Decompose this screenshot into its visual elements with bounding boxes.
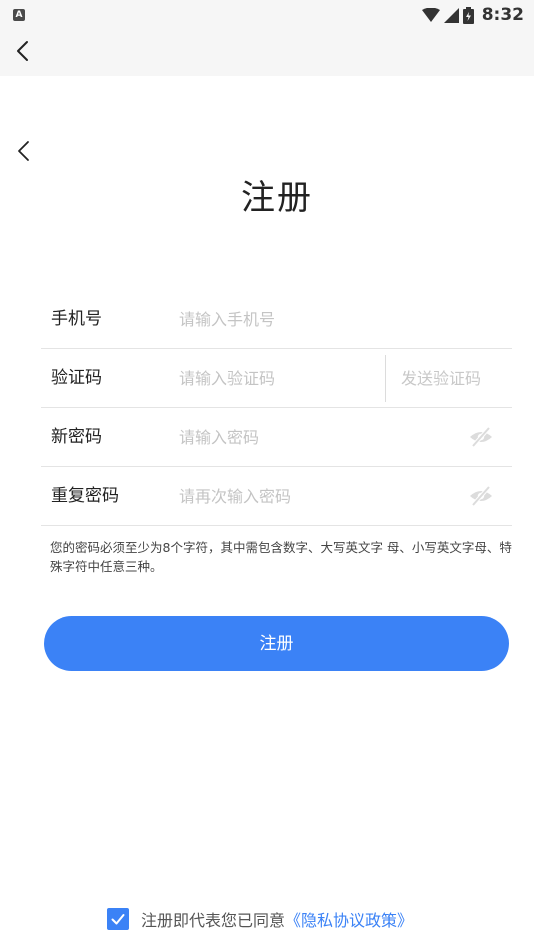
send-code-button[interactable]: 发送验证码 <box>401 349 481 408</box>
new-password-row: 新密码 <box>41 408 512 467</box>
repeat-password-input[interactable] <box>179 481 379 511</box>
new-password-visibility-toggle[interactable] <box>468 426 494 448</box>
app-notification-icon: A <box>13 9 25 21</box>
privacy-policy-link[interactable]: 《隐私协议政策》 <box>285 907 413 931</box>
phone-label: 手机号 <box>51 309 102 329</box>
status-bar: A 8:32 <box>0 0 534 30</box>
agreement: 注册即代表您已同意 《隐私协议政策》 <box>107 906 413 932</box>
checkmark-icon <box>111 914 125 925</box>
code-input[interactable] <box>179 363 379 393</box>
repeat-password-row: 重复密码 <box>41 467 512 526</box>
repeat-password-visibility-toggle[interactable] <box>468 485 494 507</box>
status-time: 8:32 <box>481 5 524 25</box>
register-button[interactable]: 注册 <box>44 616 509 671</box>
register-form: 手机号 验证码 发送验证码 新密码 重复密码 <box>41 290 512 526</box>
agreement-text: 注册即代表您已同意 <box>141 911 286 930</box>
new-password-label: 新密码 <box>51 427 102 447</box>
chevron-left-icon <box>17 41 28 61</box>
repeat-password-label: 重复密码 <box>51 486 119 506</box>
phone-input[interactable] <box>179 304 379 334</box>
battery-icon <box>462 6 474 24</box>
code-label: 验证码 <box>51 368 102 388</box>
phone-row: 手机号 <box>41 290 512 349</box>
chevron-left-icon <box>18 141 29 161</box>
eye-off-icon <box>470 485 492 507</box>
agreement-checkbox[interactable] <box>107 908 129 930</box>
appbar-back-button[interactable] <box>14 40 32 62</box>
app-bar <box>0 30 534 76</box>
status-icons: 8:32 <box>421 4 524 26</box>
new-password-input[interactable] <box>179 422 379 452</box>
wifi-icon <box>421 8 440 22</box>
code-row: 验证码 发送验证码 <box>41 349 512 408</box>
page-title: 注册 <box>241 178 313 218</box>
eye-off-icon <box>470 426 492 448</box>
signal-icon <box>443 7 459 23</box>
password-hint: 您的密码必须至少为8个字符，其中需包含数字、大写英文字 母、小写英文字母、特殊字… <box>50 540 512 574</box>
code-divider <box>385 355 386 402</box>
page-back-button[interactable] <box>16 140 32 162</box>
